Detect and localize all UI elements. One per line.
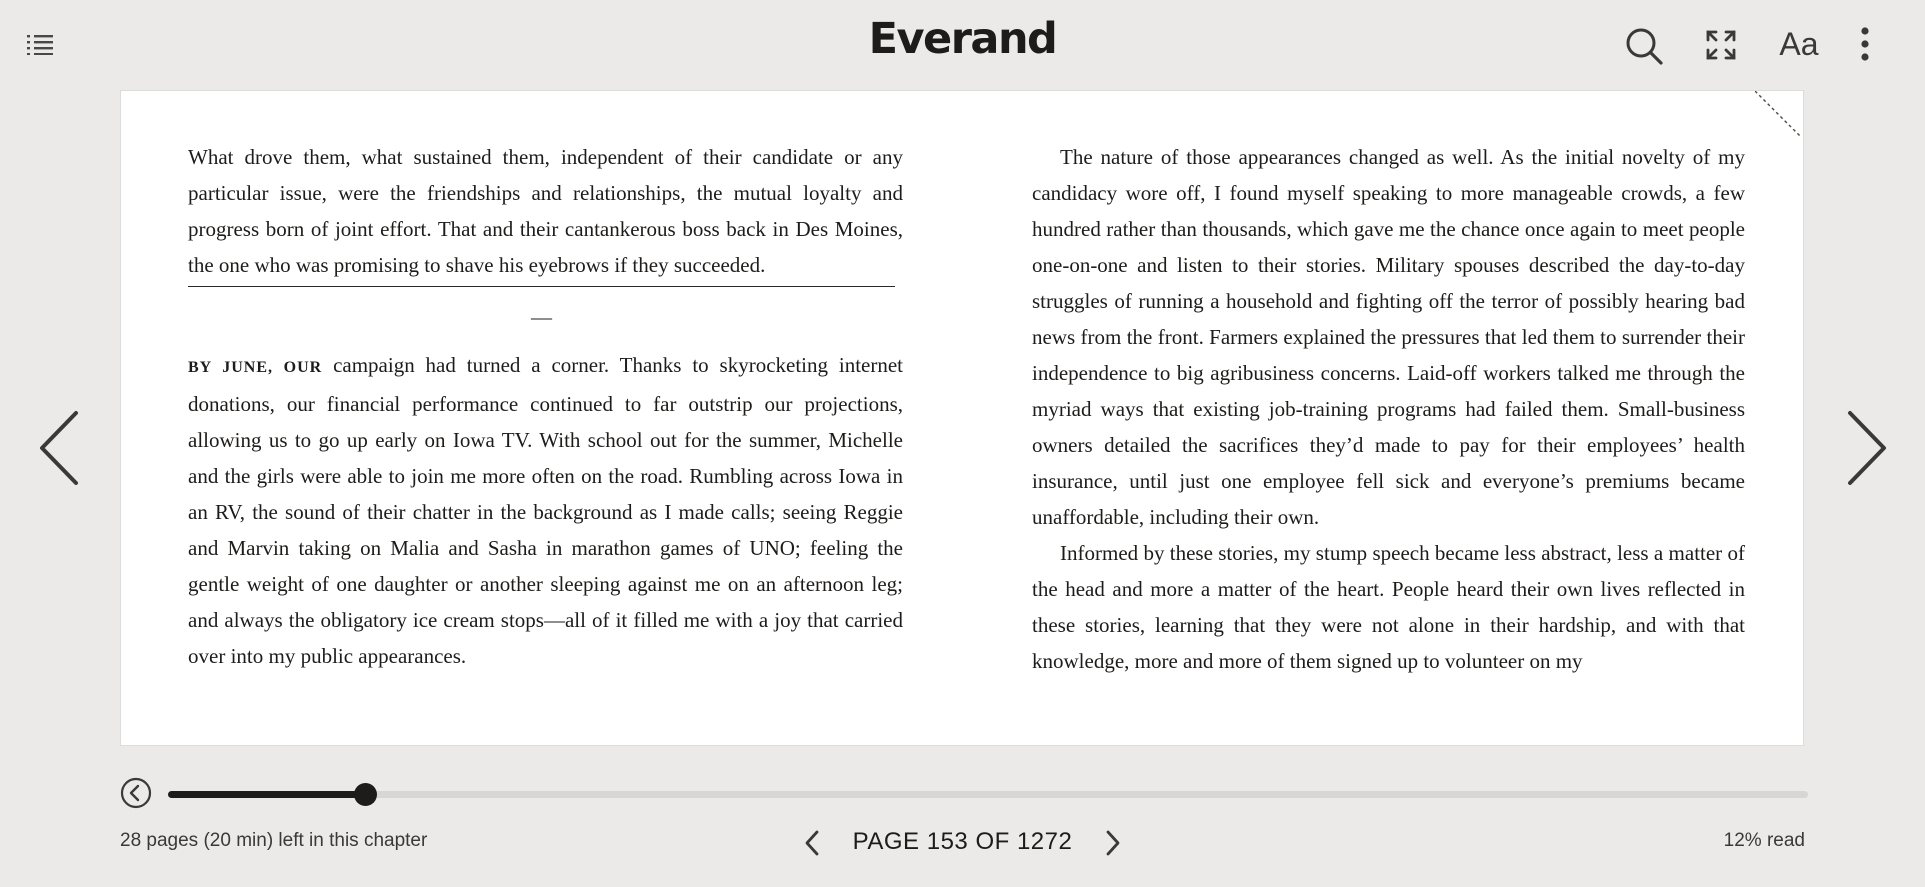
progress-thumb[interactable] — [353, 783, 377, 806]
paragraph: The nature of those appearances changed … — [1032, 145, 1745, 529]
more-options-button[interactable] — [1852, 22, 1878, 66]
next-page-arrow[interactable] — [1840, 408, 1890, 488]
next-page-button[interactable] — [1100, 828, 1124, 858]
page-indicator: PAGE 153 OF 1272 — [852, 828, 1073, 855]
previous-page-arrow[interactable] — [36, 408, 86, 488]
paragraph: What drove them, what sustained them, in… — [188, 145, 903, 277]
paragraph-text: campaign had turned a corner. Thanks to … — [188, 353, 904, 668]
top-toolbar: Everand Aa — [0, 0, 1925, 88]
progress-slider[interactable] — [168, 783, 1808, 806]
paragraph: BY JUNE, OUR campaign had turned a corne… — [188, 347, 903, 674]
more-vertical-icon — [1861, 27, 1869, 61]
bookmark-corner-icon[interactable] — [1755, 91, 1803, 139]
paragraph: Informed by these stories, my stump spee… — [1032, 541, 1745, 673]
font-settings-button[interactable]: Aa — [1774, 22, 1824, 66]
progress-fill — [168, 791, 365, 798]
left-page-column: What drove them, what sustained them, in… — [188, 139, 903, 674]
back-button[interactable] — [120, 777, 152, 809]
search-button[interactable] — [1622, 24, 1666, 68]
circle-back-icon — [120, 777, 152, 809]
lead-in-smallcaps: BY JUNE, OUR — [188, 359, 323, 376]
expand-icon — [1706, 30, 1736, 60]
book-page: What drove them, what sustained them, in… — [120, 90, 1804, 746]
percent-read-text: 12% read — [1723, 830, 1805, 851]
right-page-column: The nature of those appearances changed … — [1032, 139, 1745, 679]
section-break: — — [531, 305, 552, 329]
fullscreen-button[interactable] — [1700, 24, 1742, 66]
search-icon — [1626, 28, 1663, 65]
